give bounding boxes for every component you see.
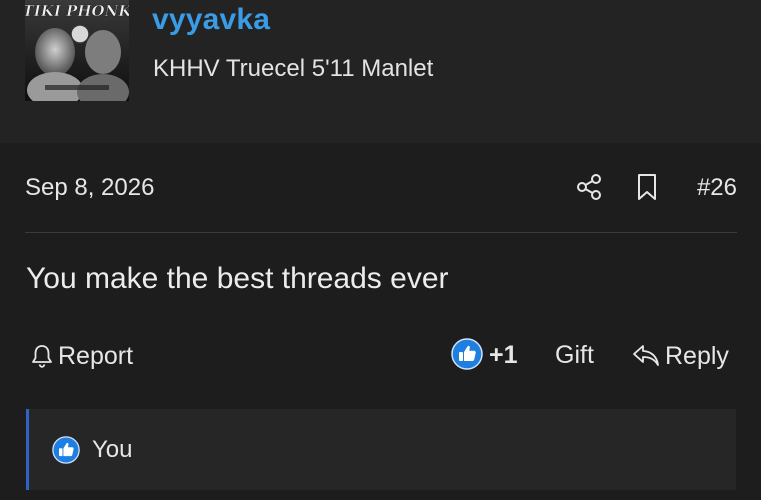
post-author-header: TIKI PHONK vyyavka KHHV Truecel 5'11 Man… <box>0 0 761 143</box>
report-button[interactable]: Report <box>30 336 133 376</box>
bookmark-icon[interactable] <box>635 172 659 202</box>
post-actions: Report +1 Gift Reply <box>25 336 737 376</box>
avatar[interactable]: TIKI PHONK <box>25 0 129 101</box>
reply-button[interactable]: Reply <box>631 336 729 376</box>
report-label: Report <box>58 341 134 370</box>
reply-arrow-icon <box>633 345 659 366</box>
gift-button[interactable]: Gift <box>555 341 594 370</box>
share-icon[interactable] <box>576 172 602 202</box>
like-count[interactable]: +1 <box>489 341 518 370</box>
post-meta: Sep 8, 2026 #26 <box>25 172 737 204</box>
reactions-bar[interactable]: You <box>26 409 736 490</box>
reactions-user-list[interactable]: You <box>92 436 133 464</box>
like-button[interactable] <box>451 338 483 370</box>
user-title: KHHV Truecel 5'11 Manlet <box>153 55 434 82</box>
post-body-text: You make the best threads ever <box>26 262 449 295</box>
page: TIKI PHONK vyyavka KHHV Truecel 5'11 Man… <box>0 0 761 500</box>
avatar-logo-text: TIKI PHONK <box>25 2 129 20</box>
reply-label: Reply <box>665 341 729 370</box>
divider <box>25 232 737 233</box>
bell-icon <box>32 345 52 368</box>
thumbs-up-icon <box>52 436 80 464</box>
post-date[interactable]: Sep 8, 2026 <box>25 174 154 202</box>
username[interactable]: vyyavka <box>152 3 270 37</box>
post-number-link[interactable]: #26 <box>697 174 737 202</box>
